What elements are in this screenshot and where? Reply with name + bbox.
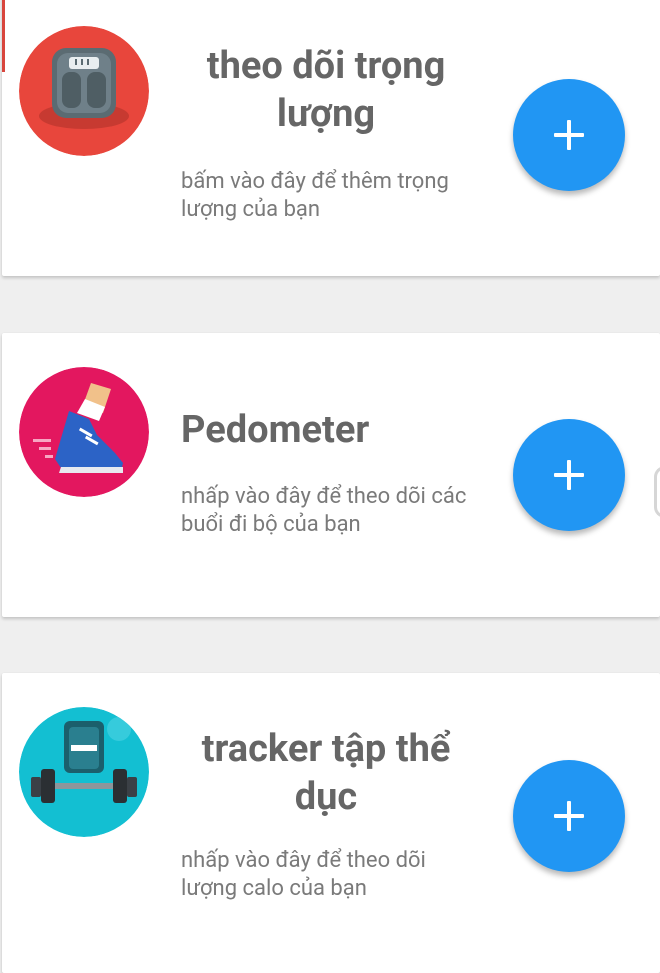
add-exercise-button[interactable]: [513, 760, 625, 872]
exercise-tracker-card[interactable]: tracker tập thể dục nhấp vào đây để theo…: [2, 673, 660, 973]
weight-tracker-card[interactable]: theo dõi trọng lượng bấm vào đây để thêm…: [2, 0, 660, 276]
accent-edge: [2, 0, 5, 72]
running-shoe-icon: [19, 367, 149, 497]
next-card-edge: [654, 466, 660, 518]
plus-icon: [554, 120, 584, 150]
card-description: bấm vào đây để thêm trọng lượng của bạn: [181, 169, 449, 222]
pedometer-card[interactable]: Pedometer nhấp vào đây để theo dõi các b…: [2, 333, 660, 617]
add-walk-button[interactable]: [513, 419, 625, 531]
fitness-dumbbell-icon: [19, 707, 149, 837]
card-title: theo dõi trọng lượng: [206, 44, 446, 136]
plus-icon: [554, 460, 584, 490]
card-title: Pedometer: [181, 408, 370, 452]
card-description: nhấp vào đây để theo dõi các buổi đi bộ …: [181, 484, 467, 537]
card-title: tracker tập thể dục: [201, 727, 451, 819]
weight-scale-icon: [19, 26, 149, 156]
card-description: nhấp vào đây để theo dõi lượng calo của …: [181, 848, 426, 901]
add-weight-button[interactable]: [513, 79, 625, 191]
plus-icon: [554, 801, 584, 831]
